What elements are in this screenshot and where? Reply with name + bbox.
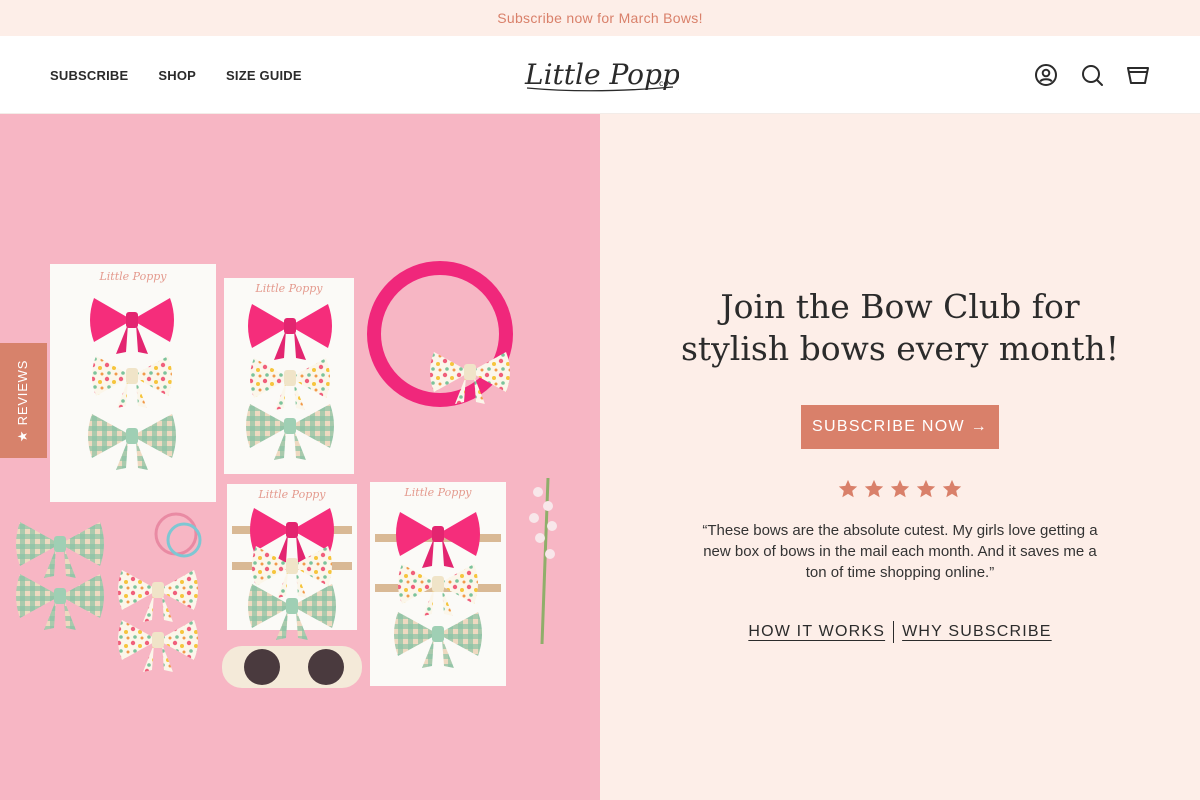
site-header: SUBSCRIBE SHOP SIZE GUIDE Little Poppy c…: [0, 36, 1200, 114]
announcement-text[interactable]: Subscribe now for March Bows!: [497, 10, 703, 26]
main-nav: SUBSCRIBE SHOP SIZE GUIDE: [50, 36, 302, 114]
star-icon: [942, 479, 962, 498]
star-icon: [864, 479, 884, 498]
nav-item-subscribe[interactable]: SUBSCRIBE: [50, 68, 128, 83]
subscribe-now-label: SUBSCRIBE NOW →: [812, 418, 988, 435]
svg-text:Little Poppy: Little Poppy: [257, 488, 326, 501]
account-icon[interactable]: [1034, 63, 1058, 87]
hero-content-panel: Join the Bow Club for stylish bows every…: [600, 114, 1200, 800]
announcement-bar[interactable]: Subscribe now for March Bows!: [0, 0, 1200, 36]
how-it-works-link[interactable]: HOW IT WORKS: [748, 623, 885, 641]
logo-wordmark: Little Poppy co: [524, 58, 697, 92]
testimonial-quote: “These bows are the absolute cutest. My …: [702, 522, 1098, 581]
subscribe-now-button[interactable]: SUBSCRIBE NOW →: [801, 405, 999, 449]
svg-text:Little Poppy: Little Poppy: [254, 282, 323, 295]
hero-headline-line1: Join the Bow Club for: [720, 287, 1080, 326]
svg-text:Little Poppy: Little Poppy: [524, 58, 679, 91]
hero-links: HOW IT WORKS WHY SUBSCRIBE: [600, 620, 1200, 644]
star-icon: [890, 479, 910, 498]
svg-text:Little Poppy: Little Poppy: [403, 486, 472, 499]
reviews-tab[interactable]: ★ REVIEWS: [0, 343, 47, 458]
hero-headline-line2: stylish bows every month!: [680, 329, 1120, 368]
header-icons: [1034, 36, 1150, 114]
why-subscribe-link[interactable]: WHY SUBSCRIBE: [902, 623, 1052, 641]
site-logo[interactable]: Little Poppy co: [523, 54, 697, 96]
nav-item-size-guide[interactable]: SIZE GUIDE: [226, 68, 302, 83]
nav-item-shop[interactable]: SHOP: [158, 68, 196, 83]
hero-headline: Join the Bow Club for stylish bows every…: [600, 286, 1200, 370]
svg-text:Little Poppy: Little Poppy: [98, 270, 167, 283]
bows-flatlay-illustration: Little Poppy Little Poppy Little Poppy L…: [16, 261, 557, 688]
reviews-tab-label: ★ REVIEWS: [15, 359, 31, 442]
hero-product-image: Little Poppy Little Poppy Little Poppy L…: [0, 114, 600, 800]
link-divider: [893, 621, 895, 643]
star-icon: [838, 479, 858, 498]
svg-text:co: co: [659, 79, 668, 88]
rating-stars: [837, 478, 963, 500]
star-icon: [916, 479, 936, 498]
cart-icon[interactable]: [1126, 63, 1150, 87]
search-icon[interactable]: [1080, 63, 1104, 87]
